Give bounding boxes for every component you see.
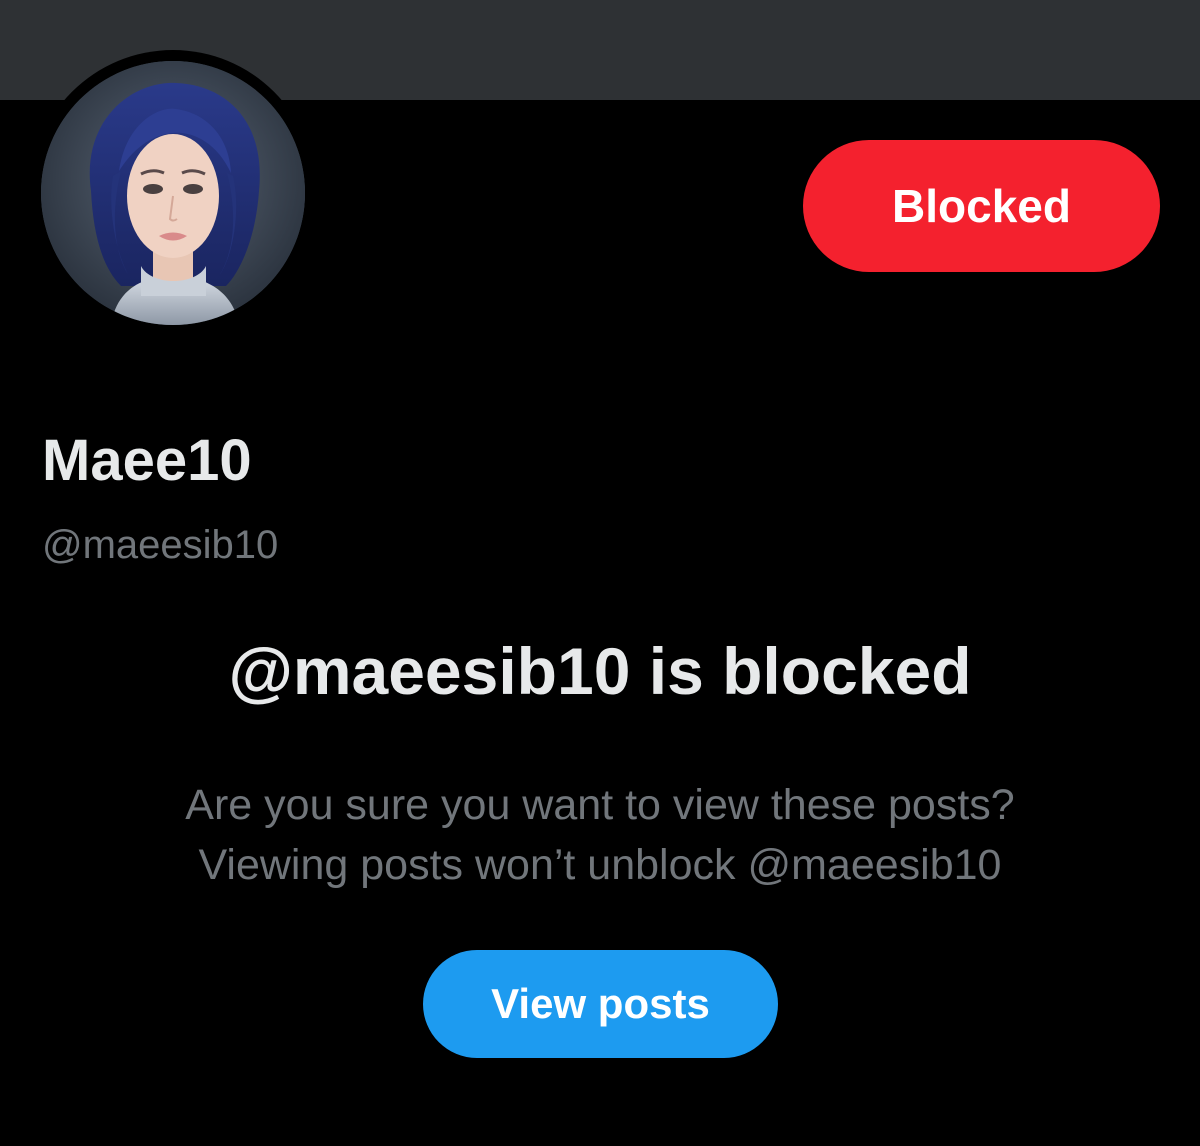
blocked-notice-description: Are you sure you want to view these post… [0, 775, 1200, 895]
avatar-icon [41, 61, 305, 325]
blocked-notice-line-1: Are you sure you want to view these post… [185, 781, 1015, 829]
view-posts-button[interactable]: View posts [423, 950, 778, 1058]
blocked-button[interactable]: Blocked [803, 140, 1160, 272]
profile-page: Blocked Maee10 @maeesib10 @maeesib10 is … [0, 0, 1200, 1146]
blocked-notice-title: @maeesib10 is blocked [228, 634, 972, 708]
display-name: Maee10 [42, 428, 252, 493]
blocked-notice-line-2: Viewing posts won’t unblock @maeesib10 [198, 841, 1002, 889]
user-handle: @maeesib10 [42, 523, 279, 567]
avatar[interactable] [41, 61, 305, 325]
